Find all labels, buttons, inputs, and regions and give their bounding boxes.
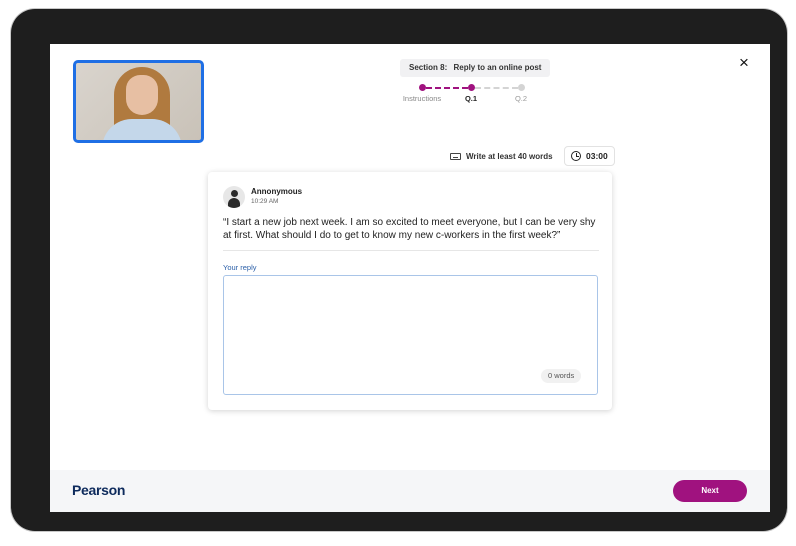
countdown-timer: 03:00: [564, 146, 615, 166]
step-dot-instructions: [419, 84, 426, 91]
clock-icon: [571, 151, 581, 161]
word-requirement-hint: Write at least 40 words: [450, 152, 553, 161]
post-time: 10:29 AM: [251, 198, 279, 205]
post-author: Annonymous: [251, 187, 303, 196]
step-label-q1: Q.1: [464, 94, 478, 103]
pearson-logo: Pearson: [72, 482, 126, 498]
step-connector-2: [475, 87, 518, 89]
word-requirement-text: Write at least 40 words: [466, 152, 553, 161]
tablet-frame: Section 8: Reply to an online post Instr…: [11, 9, 787, 531]
close-button[interactable]: ×: [737, 53, 751, 72]
timer-value: 03:00: [586, 151, 608, 161]
close-icon: ×: [739, 53, 749, 72]
step-connector-1: [426, 87, 468, 89]
author-avatar: [223, 186, 245, 208]
step-dot-q2: [518, 84, 525, 91]
section-name: Reply to an online post: [453, 63, 542, 72]
next-button[interactable]: Next: [673, 480, 747, 502]
video-person-face: [126, 75, 158, 115]
keyboard-icon: [450, 153, 461, 160]
step-label-q2: Q.2: [514, 94, 528, 103]
section-title: Section 8: Reply to an online post: [400, 59, 551, 77]
webcam-video: [73, 60, 204, 143]
word-count-badge: 0 words: [541, 369, 582, 383]
post-text: “I start a new job next week. I am so ex…: [223, 217, 596, 241]
progress-stepper: Instructions Q.1 Q.2: [402, 81, 532, 107]
post-card: Annonymous 10:29 AM “I start a new job n…: [208, 172, 612, 410]
post-divider: [223, 250, 599, 251]
reply-label: Your reply: [223, 263, 257, 272]
step-dot-q1: [468, 84, 475, 91]
app-screen: Section 8: Reply to an online post Instr…: [50, 44, 770, 512]
step-label-instructions: Instructions: [402, 94, 442, 103]
section-label: Section 8:: [409, 63, 448, 72]
footer-bar: Pearson Next: [50, 470, 770, 512]
